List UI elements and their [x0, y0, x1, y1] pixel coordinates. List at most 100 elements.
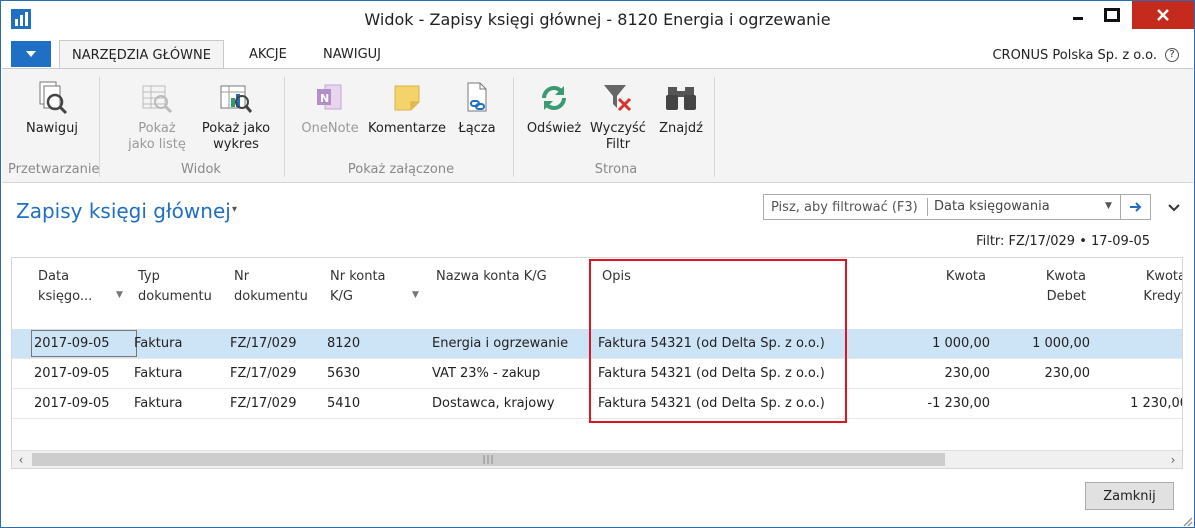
- notes-label: Komentarze: [368, 121, 446, 136]
- clear-filter-label-1: Wyczyść: [590, 121, 646, 136]
- navigate-button[interactable]: Nawiguj: [20, 79, 84, 137]
- svg-text:N: N: [320, 92, 329, 105]
- clear-filter-button[interactable]: Wyczyść Filtr: [588, 79, 648, 153]
- tab-home[interactable]: NARZĘDZIA GŁÓWNE: [59, 40, 224, 69]
- cell-account-name[interactable]: Dostawca, krajowy: [432, 396, 555, 411]
- onenote-button[interactable]: N OneNote: [297, 79, 363, 137]
- cell-amount[interactable]: 230,00: [892, 366, 991, 381]
- group-label-processing: Przetwarzanie: [8, 162, 100, 177]
- cell-credit-amount[interactable]: 1 230,00: [1092, 396, 1182, 411]
- cell-document-no[interactable]: FZ/17/029: [230, 396, 297, 411]
- links-button[interactable]: Łącza: [452, 79, 502, 137]
- page-title[interactable]: Zapisy księgi głównej: [16, 199, 231, 223]
- chevron-down-icon[interactable]: [1168, 201, 1180, 215]
- arrow-right-icon: [1130, 202, 1142, 212]
- show-as-list-button[interactable]: Pokaż jako listę: [126, 79, 188, 153]
- horizontal-scrollbar[interactable]: ‹ ||| ›: [12, 450, 1182, 468]
- dropdown-arrow-icon[interactable]: ▼: [1105, 201, 1112, 211]
- cell-document-type[interactable]: Faktura: [134, 366, 182, 381]
- cell-account-name[interactable]: VAT 23% - zakup: [432, 366, 540, 381]
- group-label-page: Strona: [594, 162, 638, 177]
- cell-amount[interactable]: 1 000,00: [892, 336, 990, 351]
- cell-document-no[interactable]: FZ/17/029: [230, 366, 297, 381]
- scroll-left-icon[interactable]: ‹: [12, 451, 30, 468]
- sort-arrow-icon[interactable]: ▼: [412, 290, 419, 300]
- column-header-amount[interactable]: Kwota: [912, 267, 986, 287]
- help-icon[interactable]: ?: [1165, 48, 1179, 62]
- cell-document-no[interactable]: FZ/17/029: [230, 336, 297, 351]
- column-header-document-no[interactable]: Nr dokumentu: [234, 267, 308, 307]
- header-line: Kwota: [1145, 269, 1183, 284]
- header-line: Opis: [602, 269, 631, 284]
- cell-account-no[interactable]: 8120: [327, 336, 360, 351]
- close-button[interactable]: Zamknij: [1085, 482, 1174, 510]
- notes-button[interactable]: Komentarze: [366, 79, 448, 137]
- window: Widok - Zapisy księgi głównej - 8120 Ene…: [0, 0, 1195, 528]
- header-line: dokumentu: [234, 289, 308, 304]
- column-header-posting-date[interactable]: Data księgo...: [38, 267, 92, 307]
- column-header-description[interactable]: Opis: [602, 267, 631, 287]
- show-as-chart-button[interactable]: Pokaż jako wykres: [196, 79, 276, 153]
- tab-navigate[interactable]: NAWIGUJ: [311, 40, 393, 69]
- cell-document-type[interactable]: Faktura: [134, 336, 182, 351]
- scrollbar-thumb[interactable]: |||: [32, 453, 945, 466]
- column-header-credit-amount[interactable]: Kwota Kredyt: [1112, 267, 1183, 307]
- resize-grip-icon[interactable]: [1181, 515, 1193, 527]
- column-header-account-no[interactable]: Nr konta K/G: [330, 267, 386, 307]
- header-line: Nr konta: [330, 269, 386, 284]
- group-divider: [99, 77, 100, 177]
- column-header-debit-amount[interactable]: Kwota Debet: [1012, 267, 1086, 307]
- table-row[interactable]: 2017-09-05 Faktura FZ/17/029 8120 Energi…: [12, 329, 1182, 359]
- caret-down-icon: [26, 51, 36, 57]
- find-button[interactable]: Znajdź: [654, 79, 708, 137]
- cell-account-no[interactable]: 5630: [327, 366, 360, 381]
- cell-description[interactable]: Faktura 54321 (od Delta Sp. z o.o.): [598, 366, 825, 381]
- app-menu-button[interactable]: [11, 41, 51, 67]
- find-label: Znajdź: [659, 121, 703, 136]
- maximize-icon: [1104, 8, 1120, 22]
- close-icon: [1157, 9, 1169, 21]
- cell-description[interactable]: Faktura 54321 (od Delta Sp. z o.o.): [598, 336, 825, 351]
- header-line: K/G: [330, 289, 353, 304]
- group-divider: [284, 77, 285, 177]
- apply-filter-button[interactable]: [1121, 195, 1151, 219]
- cell-posting-date[interactable]: 2017-09-05: [34, 366, 110, 381]
- column-header-document-type[interactable]: Typ dokumentu: [138, 267, 212, 307]
- filter-bar: Data księgowania ▼: [763, 194, 1151, 220]
- close-window-button[interactable]: [1132, 1, 1194, 29]
- group-divider: [714, 77, 715, 177]
- tab-actions[interactable]: AKCJE: [237, 40, 299, 69]
- maximize-button[interactable]: [1094, 1, 1130, 29]
- cell-posting-date[interactable]: 2017-09-05: [34, 396, 110, 411]
- cell-posting-date[interactable]: 2017-09-05: [34, 336, 110, 351]
- scroll-right-icon[interactable]: ›: [1164, 451, 1182, 468]
- cell-document-type[interactable]: Faktura: [134, 396, 182, 411]
- show-as-list-label-2: jako listę: [128, 137, 186, 152]
- chevron-down-icon[interactable]: ▾: [232, 204, 237, 215]
- show-as-list-label-1: Pokaż: [138, 121, 176, 136]
- links-label: Łącza: [458, 121, 496, 136]
- ribbon-panel: Nawiguj Przetwarzanie Pokaż jako listę P…: [2, 68, 1193, 183]
- ledger-entries-grid: Data księgo... ▼ Typ dokumentu Nr dokume…: [11, 257, 1183, 469]
- column-header-account-name[interactable]: Nazwa konta K/G: [436, 267, 547, 287]
- filter-field-select[interactable]: Data księgowania: [934, 199, 1050, 214]
- cell-debit-amount[interactable]: 1 000,00: [992, 336, 1090, 351]
- filter-input[interactable]: [764, 195, 927, 219]
- sort-arrow-icon[interactable]: ▼: [116, 290, 123, 300]
- cell-account-name[interactable]: Energia i ogrzewanie: [432, 336, 568, 351]
- table-row[interactable]: 2017-09-05 Faktura FZ/17/029 5630 VAT 23…: [12, 359, 1182, 389]
- onenote-label: OneNote: [301, 121, 359, 136]
- show-as-chart-label-2: wykres: [213, 137, 259, 152]
- cell-description[interactable]: Faktura 54321 (od Delta Sp. z o.o.): [598, 396, 825, 411]
- minimize-button[interactable]: [1064, 1, 1092, 29]
- links-icon: [459, 79, 495, 117]
- header-line: Kredyt: [1143, 289, 1183, 304]
- cell-amount[interactable]: -1 230,00: [892, 396, 990, 411]
- company-name[interactable]: CRONUS Polska Sp. z o.o.: [992, 48, 1157, 63]
- table-row[interactable]: 2017-09-05 Faktura FZ/17/029 5410 Dostaw…: [12, 389, 1182, 419]
- cell-debit-amount[interactable]: 230,00: [992, 366, 1091, 381]
- header-line: księgo...: [38, 289, 93, 304]
- refresh-button[interactable]: Odśwież: [524, 79, 584, 137]
- title-bar: Widok - Zapisy księgi głównej - 8120 Ene…: [1, 1, 1194, 37]
- cell-account-no[interactable]: 5410: [327, 396, 360, 411]
